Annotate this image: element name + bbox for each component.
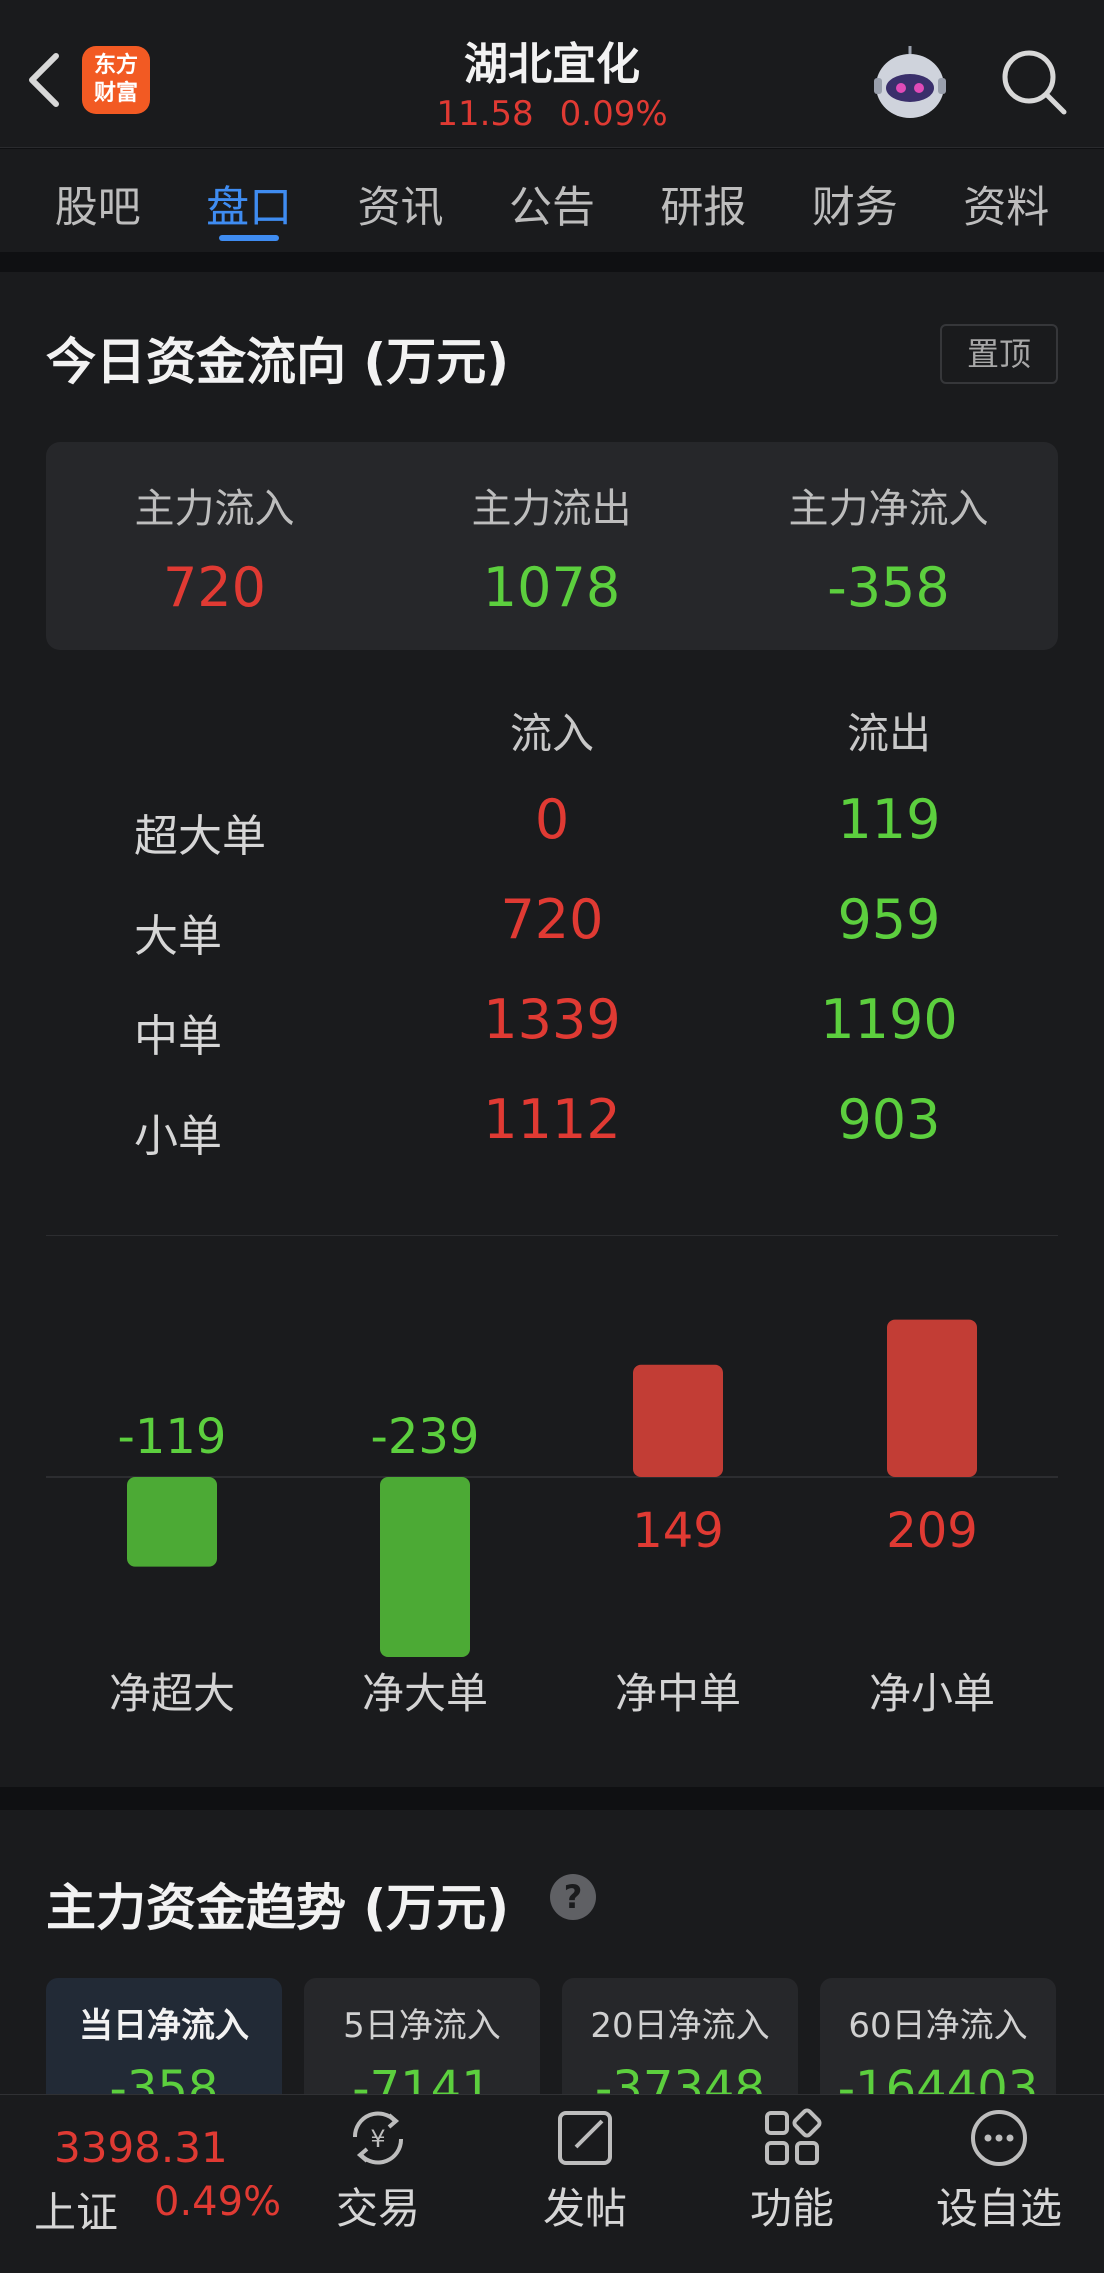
more-icon [971, 2110, 1027, 2166]
robot-assistant-icon[interactable] [866, 42, 954, 126]
index-value: 3398.31 [54, 2123, 228, 2172]
bar-净中单 [633, 1364, 723, 1477]
summary-main-net-inflow: 主力净流入 -358 [788, 486, 989, 619]
summary-main-inflow: 主力流入 720 [134, 486, 295, 619]
edit-icon [558, 2111, 612, 2165]
row-outflow: 1190 [820, 988, 958, 1051]
tab-1[interactable]: 盘口 [174, 149, 324, 252]
inflow-column-header: 流入 [509, 709, 594, 758]
row-outflow: 959 [837, 888, 941, 951]
category-label: 净超大 [109, 1669, 235, 1718]
trend-card-label: 60日净流入 [848, 2006, 1028, 2046]
tab-bar: 股吧 盘口 资讯 公告 研报 财务 资料 [0, 149, 1104, 252]
nav-add-watchlist[interactable]: 设自选 [924, 2107, 1074, 2236]
bar-净大单 [380, 1477, 470, 1657]
index-change: 0.49% [154, 2179, 282, 2225]
tab-4[interactable]: 研报 [628, 149, 778, 252]
row-outflow: 119 [837, 788, 941, 851]
pin-to-top-button[interactable]: 置顶 [940, 324, 1058, 384]
bar-value-label: -119 [118, 1409, 227, 1465]
index-name: 上证 [34, 2188, 119, 2237]
row-inflow: 720 [500, 888, 604, 951]
category-label: 净中单 [615, 1669, 741, 1718]
search-icon[interactable] [996, 44, 1070, 118]
capital-flow-title: 今日资金流向 (万元) [46, 333, 510, 391]
outflow-column-header: 流出 [846, 709, 931, 758]
bar-净小单 [887, 1319, 977, 1477]
category-label: 净大单 [362, 1669, 488, 1718]
bar-value-label: 209 [886, 1503, 978, 1559]
tab-3[interactable]: 公告 [477, 149, 627, 252]
bar-value-label: -239 [371, 1409, 480, 1465]
nav-post[interactable]: 发帖 [510, 2107, 660, 2236]
nav-trade[interactable]: ¥ 交易 [303, 2107, 453, 2236]
header: 东方 财富 湖北宜化 11.58 0.09% [0, 0, 1104, 148]
row-inflow: 1112 [483, 1088, 621, 1151]
capital-flow-panel: 今日资金流向 (万元) 置顶 主力流入 720 主力流出 1078 主力净流入 … [0, 272, 1104, 1787]
row-outflow: 903 [837, 1088, 941, 1151]
summary-main-outflow: 主力流出 1078 [471, 486, 632, 619]
bar-净超大 [127, 1477, 217, 1567]
row-inflow: 1339 [483, 988, 621, 1051]
tab-2[interactable]: 资讯 [326, 149, 476, 252]
nav-functions[interactable]: 功能 [717, 2107, 867, 2236]
grid-icon [765, 2108, 822, 2165]
net-flow-bar-chart: -119 净超大 -239 净大单 149 净中单 209 净小单 [46, 1319, 1058, 1718]
svg-text:¥: ¥ [370, 2125, 385, 2153]
trend-card-label: 5日净流入 [343, 2006, 501, 2046]
stock-change: 0.09% [559, 94, 668, 134]
capital-trend-title: 主力资金趋势 (万元) [46, 1879, 510, 1937]
bar-value-label: 149 [632, 1503, 724, 1559]
trend-card-label: 当日净流入 [79, 2006, 249, 2046]
row-inflow: 0 [534, 788, 570, 851]
section-divider [46, 1235, 1058, 1236]
stock-price: 11.58 [436, 94, 534, 134]
category-label: 净小单 [869, 1669, 995, 1718]
flow-summary-box: 主力流入 720 主力流出 1078 主力净流入 -358 [46, 442, 1058, 650]
tab-0[interactable]: 股吧 [23, 149, 173, 252]
trade-icon: ¥ [352, 2111, 404, 2165]
tab-5[interactable]: 财务 [780, 149, 930, 252]
tab-6[interactable]: 资料 [931, 149, 1081, 252]
bottom-bar: 3398.31 上证 0.49% ¥ 交易 发帖 功能 设自选 [0, 2094, 1104, 2273]
trend-card-label: 20日净流入 [590, 2006, 770, 2046]
question-icon[interactable]: ? [550, 1874, 596, 1920]
